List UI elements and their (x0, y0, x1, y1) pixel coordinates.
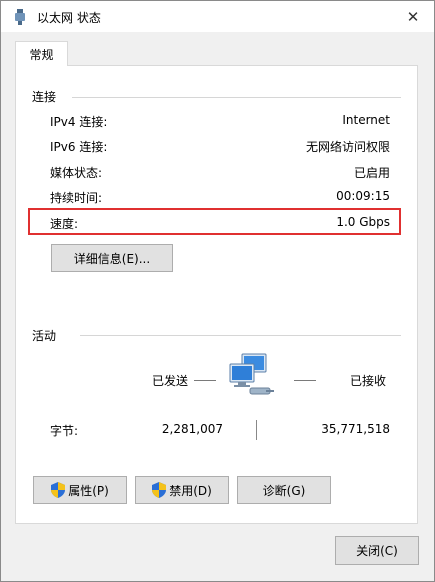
shield-icon (51, 482, 66, 498)
tab-panel: 连接 IPv4 连接: Internet IPv6 连接: 无网络访问权限 媒体… (15, 65, 418, 524)
ipv4-value: Internet (342, 113, 390, 127)
connection-divider (72, 97, 401, 98)
shield-icon (152, 482, 167, 498)
details-button[interactable]: 详细信息(E)... (51, 244, 173, 272)
ipv4-label: IPv4 连接: (50, 115, 108, 129)
bytes-sent-value: 2,281,007 (161, 422, 223, 436)
disable-button[interactable]: 禁用(D) (135, 476, 229, 504)
received-label: 已接收 (350, 374, 387, 388)
ipv6-label: IPv6 连接: (50, 140, 108, 154)
status-window: 以太网 状态 ✕ 常规 连接 IPv4 连接: Internet IPv6 连接… (0, 0, 435, 582)
connection-heading: 连接 (32, 88, 57, 105)
bytes-separator (256, 420, 257, 440)
duration-label: 持续时间: (50, 191, 103, 205)
duration-value: 00:09:15 (336, 189, 390, 203)
activity-divider (80, 335, 401, 336)
ethernet-icon (15, 9, 25, 25)
network-computers-icon (229, 353, 274, 395)
tab-general[interactable]: 常规 (15, 41, 68, 66)
diagnose-button[interactable]: 诊断(G) (237, 476, 331, 504)
window-title: 以太网 状态 (37, 11, 101, 25)
bytes-received-value: 35,771,518 (321, 422, 390, 436)
sent-label: 已发送 (152, 374, 189, 388)
properties-label: 属性(P) (68, 483, 109, 498)
sent-dash (194, 380, 216, 381)
disable-label: 禁用(D) (169, 483, 212, 498)
bytes-label: 字节: (50, 424, 79, 438)
speed-highlight (28, 208, 401, 235)
close-icon[interactable]: ✕ (399, 5, 427, 29)
activity-heading: 活动 (32, 327, 57, 344)
properties-button[interactable]: 属性(P) (33, 476, 127, 504)
media-state-label: 媒体状态: (50, 166, 103, 180)
media-state-value: 已启用 (353, 166, 390, 180)
ipv6-value: 无网络访问权限 (305, 140, 390, 154)
title-bar: 以太网 状态 ✕ (1, 1, 434, 32)
received-dash (294, 380, 316, 381)
close-button[interactable]: 关闭(C) (335, 536, 419, 565)
